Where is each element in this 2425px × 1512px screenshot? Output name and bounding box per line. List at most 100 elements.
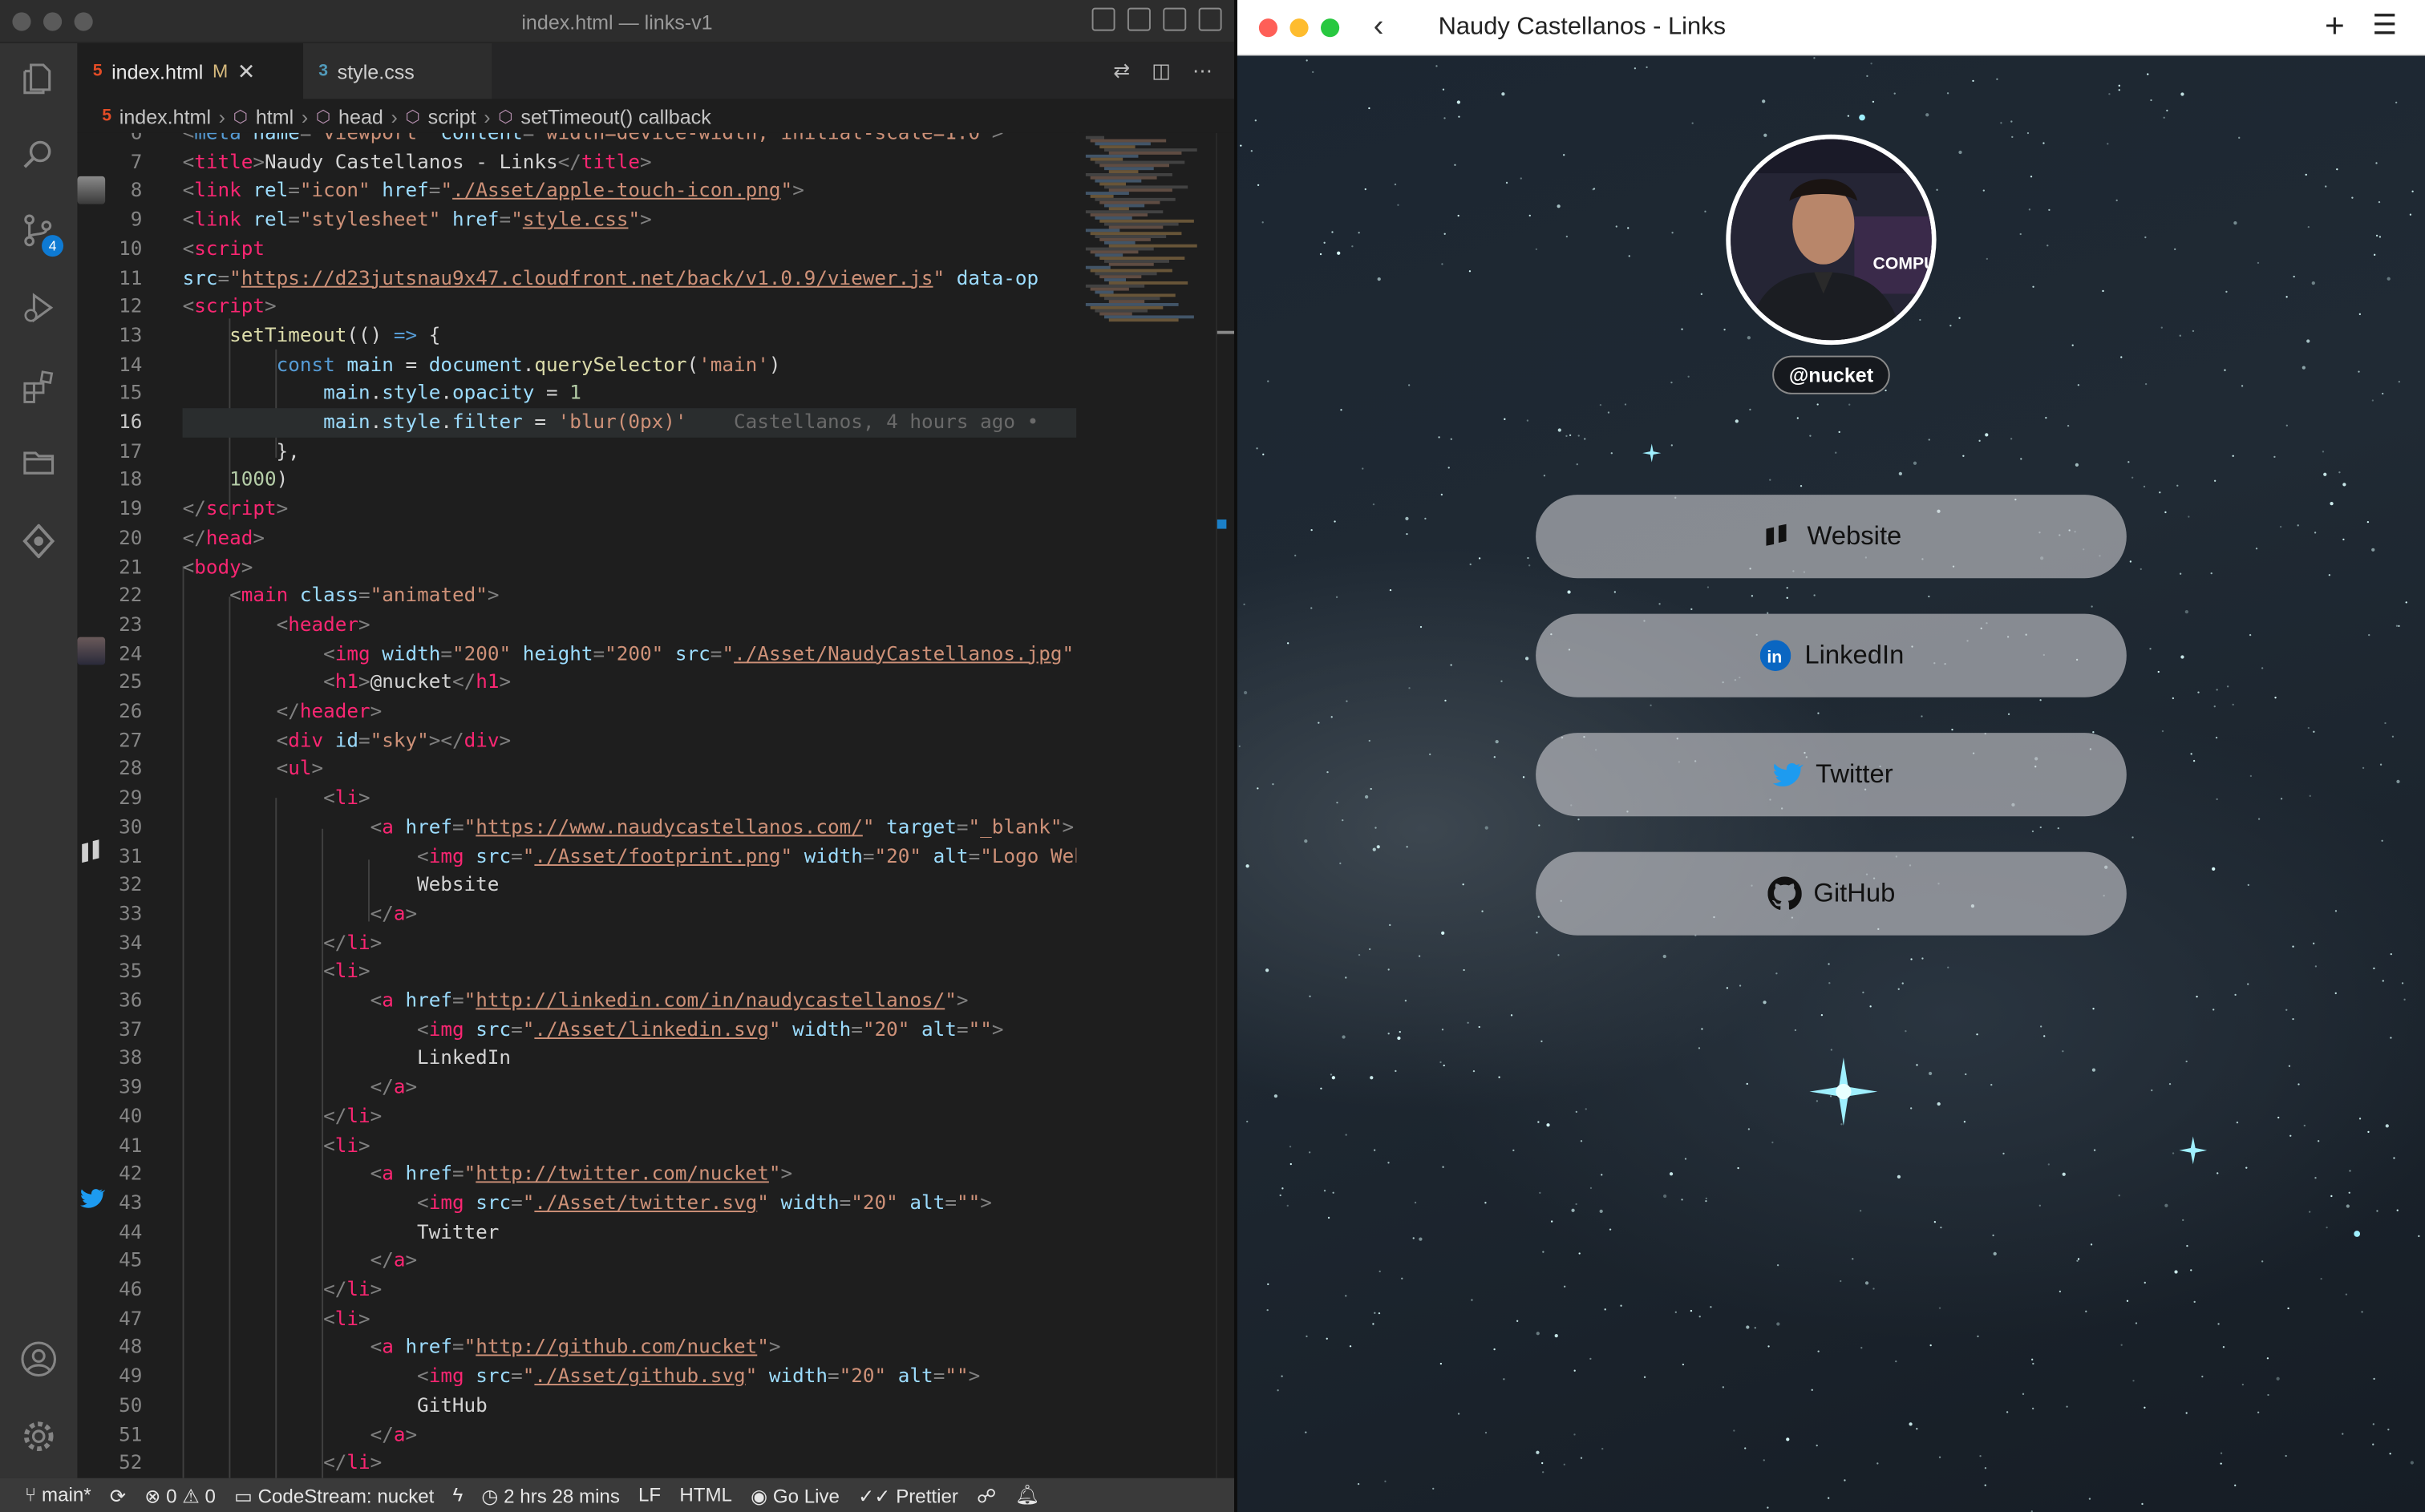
code-line[interactable]: 16 main.style.filter = 'blur(0px)' Caste… — [77, 408, 1077, 438]
code-line[interactable]: 38 LinkedIn — [77, 1045, 1076, 1073]
close-icon[interactable]: ✕ — [237, 58, 256, 84]
more-actions-icon[interactable]: ⋯ — [1192, 59, 1212, 83]
codestream-status[interactable]: ▭ CodeStream: nucket — [234, 1483, 434, 1506]
code-line[interactable]: 18 1000) — [77, 466, 1076, 495]
folder-icon[interactable] — [18, 443, 59, 483]
language-selector[interactable]: HTML — [679, 1484, 732, 1506]
tab-index-html[interactable]: 5 index.html M ✕ — [77, 43, 304, 99]
toggle-panel-icon[interactable] — [1127, 7, 1151, 31]
code-line[interactable]: 49 <img src="./Asset/github.svg" width="… — [77, 1362, 1076, 1391]
code-editor[interactable]: 6 <meta name="viewport" content="width=de… — [77, 132, 1077, 1478]
breadcrumb-item[interactable]: script — [428, 104, 476, 127]
code-line[interactable]: 40 </li> — [77, 1102, 1076, 1131]
editor-scrollbar[interactable] — [1215, 132, 1235, 1478]
close-window-button[interactable] — [1258, 18, 1278, 38]
code-line[interactable]: 20 </head> — [77, 524, 1076, 552]
prettier-status[interactable]: ✓✓ Prettier — [858, 1483, 958, 1506]
code-line[interactable]: 27 <div id="sky"></div> — [77, 726, 1076, 755]
website-link-button[interactable]: Website — [1536, 495, 2127, 579]
code-line[interactable]: 37 <img src="./Asset/linkedin.svg" width… — [77, 1015, 1076, 1044]
line-text: </script> — [182, 496, 289, 520]
code-line[interactable]: 35 <li> — [77, 957, 1076, 986]
code-line[interactable]: 22 <main class="animated"> — [77, 582, 1076, 611]
linkedin-link-button[interactable]: in LinkedIn — [1536, 613, 2127, 697]
code-line[interactable]: 43 <img src="./Asset/twitter.svg" width=… — [77, 1189, 1076, 1218]
line-number: 47 — [119, 1306, 143, 1329]
code-line[interactable]: 14 const main = document.querySelector('… — [77, 350, 1076, 379]
problems-item[interactable]: ⊗ 0 ⚠ 0 — [144, 1483, 216, 1506]
github-link-button[interactable]: GitHub — [1536, 851, 2127, 936]
tab-style-css[interactable]: 3 style.css — [303, 43, 492, 99]
code-line[interactable]: 51 </a> — [77, 1420, 1076, 1449]
lightning-icon[interactable]: ϟ — [453, 1484, 464, 1506]
feedback-icon[interactable]: ☍ — [977, 1483, 996, 1506]
search-icon[interactable] — [18, 135, 59, 175]
code-line[interactable]: 48 <a href="http://github.com/nucket"> — [77, 1333, 1076, 1362]
settings-gear-icon[interactable] — [18, 1417, 59, 1457]
code-line[interactable]: 7 <title>Naudy Castellanos - Links</title… — [77, 148, 1076, 177]
line-text: <img src="./Asset/github.svg" width="20"… — [417, 1364, 981, 1388]
code-line[interactable]: 34 </li> — [77, 928, 1076, 957]
extensions-icon[interactable] — [18, 366, 59, 406]
code-line[interactable]: 47 <li> — [77, 1304, 1076, 1333]
code-line[interactable]: 30 <a href="https://www.naudycastellanos… — [77, 813, 1076, 842]
code-line[interactable]: 8 <link rel="icon" href="./Asset/apple-to… — [77, 177, 1076, 206]
hamburger-menu-icon[interactable]: ☰ — [2372, 10, 2397, 42]
code-line[interactable]: 31 <img src="./Asset/footprint.png" widt… — [77, 842, 1076, 871]
code-line[interactable]: 25 <h1>@nucket</h1> — [77, 669, 1076, 697]
notifications-bell-icon[interactable]: 🔔︎ — [1015, 1483, 1040, 1506]
code-line[interactable]: 9 <link rel="stylesheet" href="style.css"… — [77, 206, 1076, 235]
code-line[interactable]: 17 }, — [77, 437, 1076, 466]
code-line[interactable]: 19 </script> — [77, 495, 1076, 524]
sync-icon[interactable]: ⟳ — [110, 1483, 126, 1506]
code-line[interactable]: 36 <a href="http://linkedin.com/in/naudy… — [77, 986, 1076, 1015]
code-line[interactable]: 26 </header> — [77, 697, 1076, 726]
codestream-icon[interactable] — [18, 521, 59, 561]
code-line[interactable]: 29 <li> — [77, 784, 1076, 813]
account-icon[interactable] — [18, 1339, 59, 1379]
run-debug-icon[interactable] — [18, 288, 59, 328]
code-line[interactable]: 50 GitHub — [77, 1391, 1076, 1420]
code-line[interactable]: 32 Website — [77, 871, 1076, 900]
open-changes-icon[interactable]: ⇄ — [1113, 59, 1130, 83]
code-line[interactable]: 11 src="https://d23jutsnau9x47.cloudfront… — [77, 264, 1076, 293]
code-line[interactable]: 24 <img width="200" height="200" src="./… — [77, 640, 1076, 669]
branch-item[interactable]: ⑂ main* — [25, 1484, 91, 1506]
eol-selector[interactable]: LF — [638, 1484, 661, 1506]
zoom-window-button[interactable] — [1321, 18, 1340, 38]
code-line[interactable]: 39 </a> — [77, 1073, 1076, 1102]
code-line[interactable]: 41 <li> — [77, 1131, 1076, 1160]
code-line[interactable]: 46 </li> — [77, 1275, 1076, 1304]
breadcrumb-item[interactable]: html — [256, 104, 294, 127]
minimap[interactable] — [1079, 132, 1216, 1478]
code-line[interactable]: 44 Twitter — [77, 1218, 1076, 1247]
go-live-button[interactable]: ◉ Go Live — [751, 1483, 840, 1506]
code-line[interactable]: 33 </a> — [77, 900, 1076, 928]
breadcrumb-item[interactable]: setTimeout() callback — [520, 104, 710, 127]
code-line[interactable]: 45 </a> — [77, 1247, 1076, 1275]
minimize-window-button[interactable] — [1289, 18, 1309, 38]
code-line[interactable]: 12 <script> — [77, 293, 1076, 321]
twitter-link-button[interactable]: Twitter — [1536, 733, 2127, 817]
starry-page: COMPU @nucket Website in LinkedIn Twitte… — [1237, 55, 2425, 1512]
line-number: 39 — [119, 1074, 143, 1098]
toggle-sidebar-icon[interactable] — [1091, 7, 1115, 31]
time-tracker[interactable]: ◷ 2 hrs 28 mins — [481, 1483, 619, 1506]
new-tab-plus-icon[interactable]: + — [2325, 6, 2345, 46]
code-line[interactable]: 28 <ul> — [77, 755, 1076, 784]
explorer-icon[interactable] — [18, 59, 59, 99]
split-editor-icon[interactable]: ◫ — [1152, 59, 1171, 83]
code-line[interactable]: 23 <header> — [77, 611, 1076, 640]
code-line[interactable]: 42 <a href="http://twitter.com/nucket"> — [77, 1160, 1076, 1189]
code-line[interactable]: 13 setTimeout(() => { — [77, 321, 1076, 350]
code-line[interactable]: 21 <body> — [77, 552, 1076, 581]
code-line[interactable]: 10 <script — [77, 235, 1076, 264]
code-line[interactable]: 52 </li> — [77, 1449, 1076, 1478]
back-chevron-icon[interactable]: ‹ — [1374, 10, 1384, 45]
customize-layout-icon[interactable] — [1198, 7, 1222, 31]
code-line[interactable]: 15 main.style.opacity = 1 — [77, 379, 1076, 408]
code-line[interactable]: 6 <meta name="viewport" content="width=de… — [77, 133, 1076, 148]
toggle-secondary-sidebar-icon[interactable] — [1163, 7, 1187, 31]
breadcrumb-item[interactable]: index.html — [119, 104, 211, 127]
breadcrumb-item[interactable]: head — [338, 104, 383, 127]
